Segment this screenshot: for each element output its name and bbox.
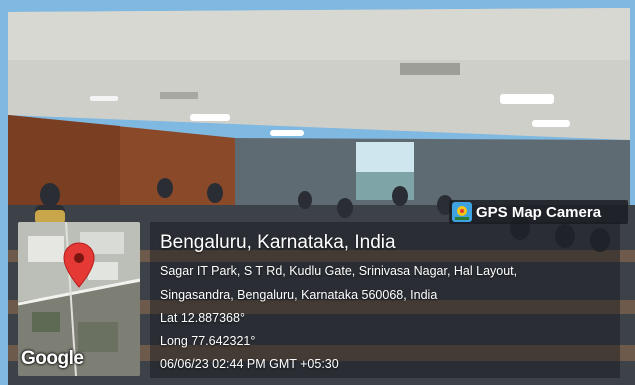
address-line-2: Singasandra, Bengaluru, Karnataka 560068… [160,288,438,302]
gps-map-camera-icon [452,202,472,222]
address-line-1: Sagar IT Park, S T Rd, Kudlu Gate, Srini… [160,264,518,278]
map-provider-logo: Google [21,348,84,369]
timestamp-text: 06/06/23 02:44 PM GMT +05:30 [160,357,339,371]
latitude-text: Lat 12.887368° [160,311,245,325]
app-badge: GPS Map Camera [449,200,628,224]
photo-frame: Google GPS Map Camera Bengaluru, Karnata… [0,0,635,385]
map-pin-icon [63,242,95,288]
app-name: GPS Map Camera [476,203,602,221]
location-title: Bengaluru, Karnataka, India [160,232,396,253]
map-thumbnail: Google [18,222,140,376]
longitude-text: Long 77.642321° [160,334,256,348]
